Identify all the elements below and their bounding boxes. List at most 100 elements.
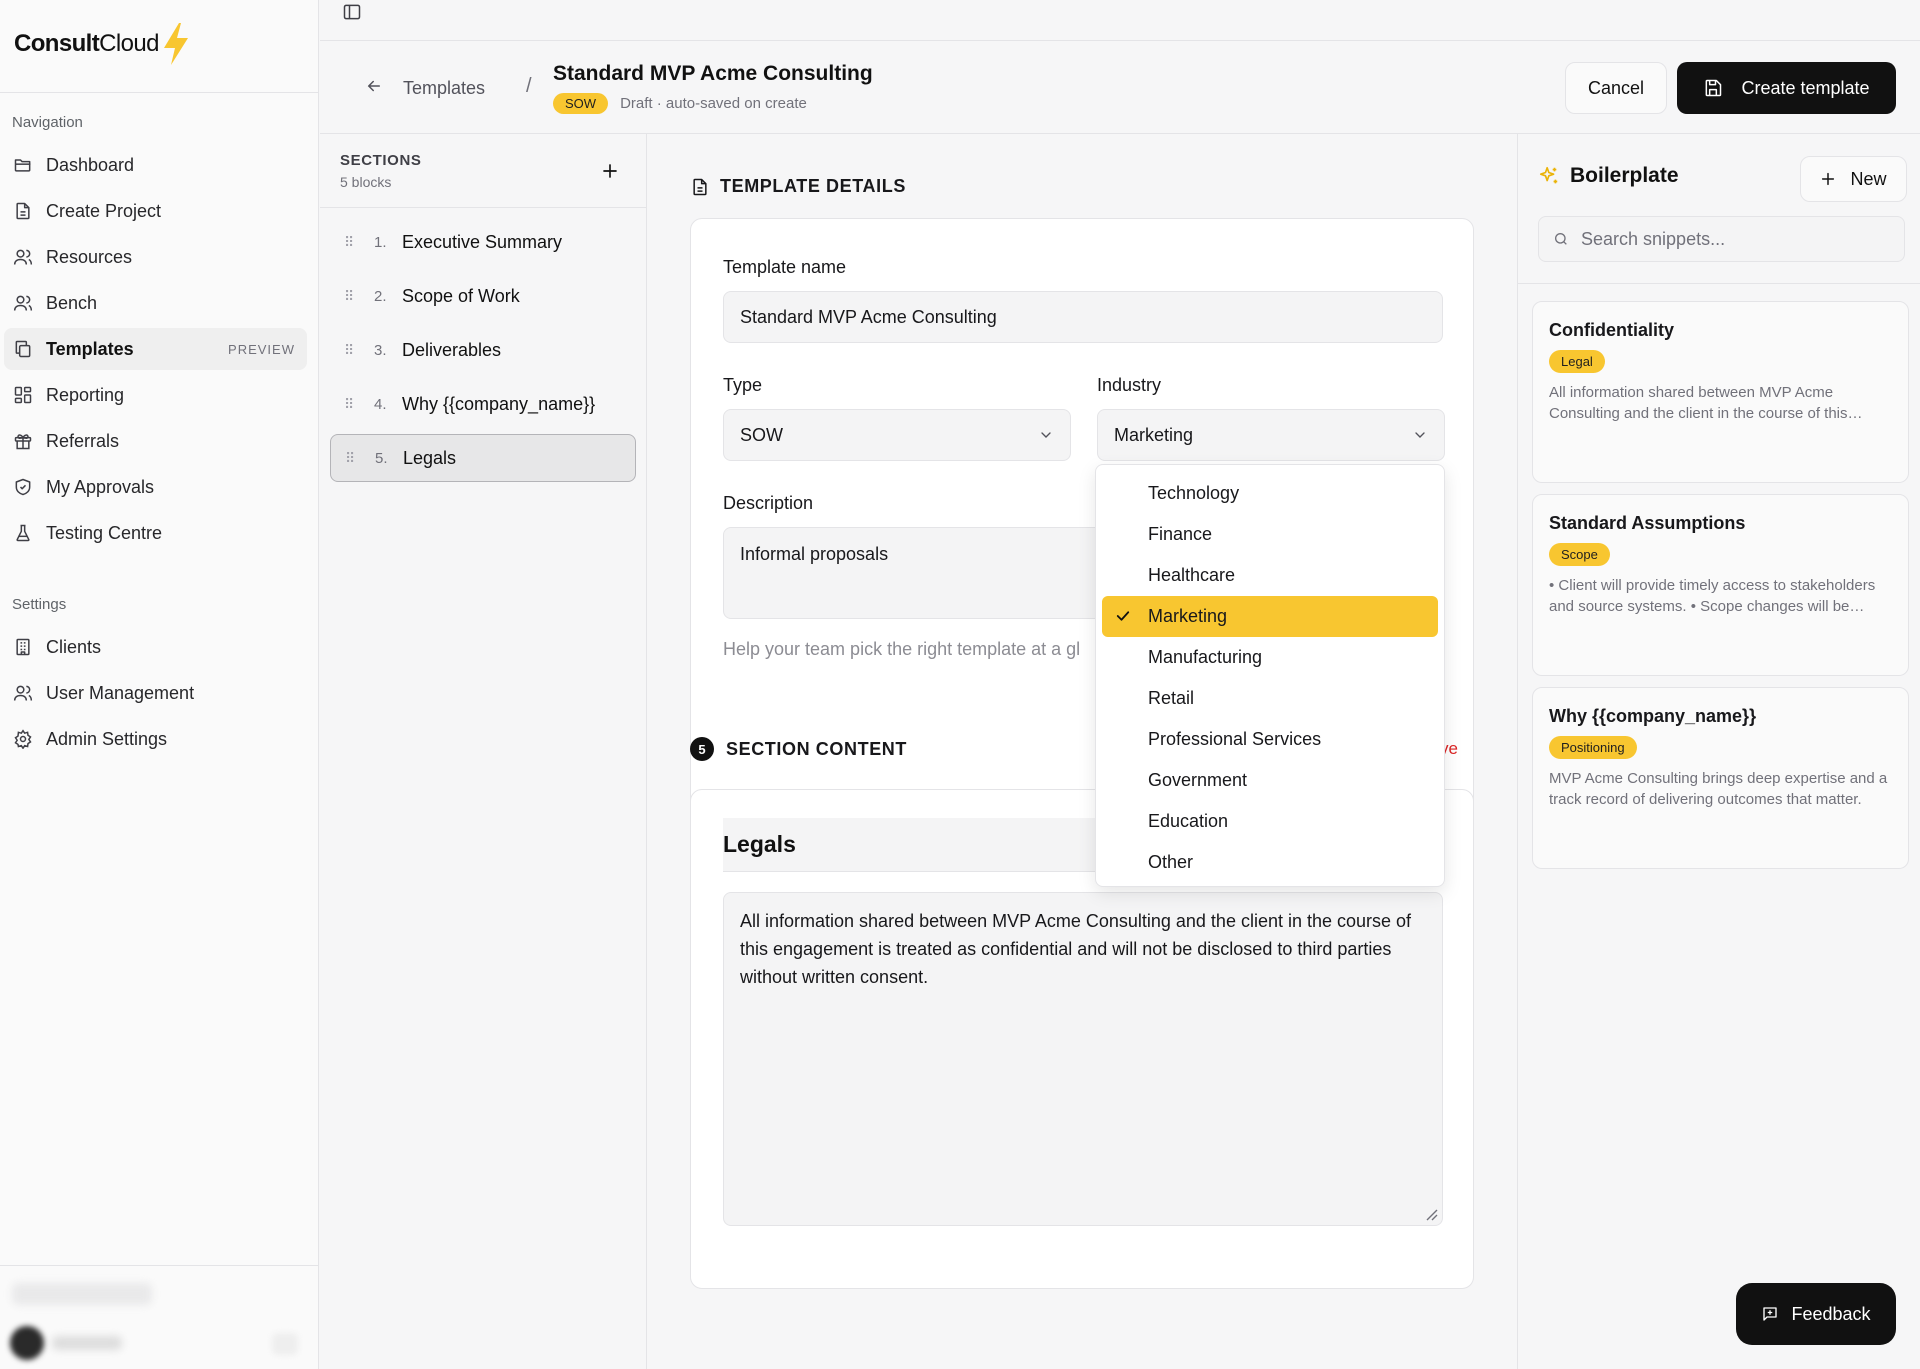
sidebar-item-my-approvals[interactable]: My Approvals — [4, 466, 307, 508]
new-snippet-button[interactable]: New — [1800, 156, 1907, 202]
add-section-button[interactable] — [595, 156, 625, 186]
section-title-value: Legals — [723, 831, 796, 857]
feedback-button[interactable]: Feedback — [1736, 1283, 1896, 1345]
snippet-card[interactable]: Confidentiality Legal All information sh… — [1532, 301, 1909, 483]
option-label: Manufacturing — [1148, 647, 1263, 667]
chevron-down-icon — [1415, 432, 1425, 438]
industry-option[interactable]: Other — [1102, 842, 1438, 883]
option-label: Retail — [1148, 688, 1195, 708]
sidebar-item-label: Resources — [46, 246, 133, 267]
industry-option[interactable]: Finance — [1102, 514, 1438, 555]
plus-icon — [1820, 171, 1836, 187]
nav-heading: Navigation — [12, 114, 83, 131]
sparkles-icon — [1538, 165, 1560, 187]
brand-name-light: Cloud — [99, 30, 159, 57]
drag-handle-icon[interactable]: ⠿ — [331, 450, 361, 467]
back-to-templates-link[interactable]: Templates — [365, 77, 485, 100]
sidebar-item-label: Dashboard — [46, 154, 135, 175]
boilerplate-panel: Boilerplate New Confidentiality Legal Al… — [1517, 134, 1920, 1369]
sidebar-item-admin-settings[interactable]: Admin Settings — [4, 718, 307, 760]
section-body-value: All information shared between MVP Acme … — [740, 911, 1412, 987]
avatar[interactable] — [10, 1326, 44, 1360]
drag-handle-icon[interactable]: ⠿ — [330, 288, 360, 305]
section-item[interactable]: ⠿ 1. Executive Summary — [330, 218, 636, 266]
section-label: Scope of Work — [402, 285, 520, 306]
option-label: Technology — [1148, 483, 1240, 503]
sections-count: 5 blocks — [340, 174, 392, 190]
title-meta: SOW Draft · auto-saved on create — [553, 93, 807, 114]
drag-handle-icon[interactable]: ⠿ — [330, 342, 360, 359]
industry-option[interactable]: Education — [1102, 801, 1438, 842]
sidebar-item-templates[interactable]: Templates PREVIEW — [4, 328, 307, 370]
type-label: Type — [723, 375, 763, 395]
back-label: Templates — [403, 78, 486, 98]
user-menu-button[interactable] — [272, 1333, 298, 1355]
cancel-button[interactable]: Cancel — [1565, 62, 1667, 114]
sidebar-item-referrals[interactable]: Referrals — [4, 420, 307, 462]
section-item-active[interactable]: ⠿ 5. Legals — [330, 434, 636, 482]
template-name-input[interactable]: Standard MVP Acme Consulting — [723, 291, 1443, 343]
industry-select[interactable]: Marketing — [1097, 409, 1445, 461]
building-icon — [12, 636, 34, 658]
users-icon — [12, 682, 34, 704]
search-icon — [1553, 231, 1569, 247]
option-label: Healthcare — [1148, 565, 1236, 585]
section-item[interactable]: ⠿ 2. Scope of Work — [330, 272, 636, 320]
option-label: Professional Services — [1148, 729, 1322, 749]
sidebar-item-bench[interactable]: Bench — [4, 282, 307, 324]
section-label: Executive Summary — [402, 231, 563, 252]
sidebar-item-dashboard[interactable]: Dashboard — [4, 144, 307, 186]
sections-panel: SECTIONS 5 blocks ⠿ 1. Executive Summary… — [320, 134, 647, 1369]
sidebar-item-label: Testing Centre — [46, 522, 163, 543]
boilerplate-title: Boilerplate — [1538, 164, 1679, 188]
sidebar-item-user-management[interactable]: User Management — [4, 672, 307, 714]
arrow-left-icon — [365, 77, 383, 100]
sidebar-item-resources[interactable]: Resources — [4, 236, 307, 278]
sidebar-item-reporting[interactable]: Reporting — [4, 374, 307, 416]
check-icon — [1116, 611, 1130, 621]
sidebar-item-clients[interactable]: Clients — [4, 626, 307, 668]
org-switcher[interactable] — [12, 1283, 152, 1305]
sidebar-item-label: My Approvals — [46, 476, 155, 497]
section-number: 4. — [374, 395, 387, 413]
create-template-label: Create template — [1741, 77, 1870, 98]
sidebar-item-create-project[interactable]: Create Project — [4, 190, 307, 232]
template-name-value: Standard MVP Acme Consulting — [740, 306, 997, 327]
sidebar-item-label: Reporting — [46, 384, 125, 405]
snippet-card[interactable]: Standard Assumptions Scope • Client will… — [1532, 494, 1909, 676]
sidebar-item-testing-centre[interactable]: Testing Centre — [4, 512, 307, 554]
snippet-card[interactable]: Why {{company_name}} Positioning MVP Acm… — [1532, 687, 1909, 869]
industry-option[interactable]: Professional Services — [1102, 719, 1438, 760]
section-label: Legals — [403, 447, 457, 468]
brand-logo[interactable]: Consult Cloud — [14, 22, 191, 66]
divider — [0, 92, 319, 93]
section-number: 1. — [374, 233, 387, 251]
industry-option[interactable]: Manufacturing — [1102, 637, 1438, 678]
snippet-search-input[interactable] — [1581, 228, 1881, 250]
section-content-heading: 5 SECTION CONTENT — [690, 737, 907, 761]
industry-option-selected[interactable]: Marketing — [1102, 596, 1438, 637]
user-name — [52, 1336, 122, 1350]
drag-handle-icon[interactable]: ⠿ — [330, 396, 360, 413]
sidebar-item-label: Admin Settings — [46, 728, 168, 749]
industry-option[interactable]: Government — [1102, 760, 1438, 801]
file-text-icon — [12, 200, 34, 222]
users-icon — [12, 246, 34, 268]
section-item[interactable]: ⠿ 4. Why {{company_name}} — [330, 380, 636, 428]
create-template-button[interactable]: Create template — [1677, 62, 1896, 114]
industry-option[interactable]: Healthcare — [1102, 555, 1438, 596]
sections-title: SECTIONS — [340, 152, 422, 169]
drag-handle-icon[interactable]: ⠿ — [330, 234, 360, 251]
resize-handle-icon[interactable] — [1424, 1207, 1438, 1221]
snippet-tag: Scope — [1549, 543, 1610, 566]
sidebar-toggle-icon[interactable] — [342, 2, 364, 24]
snippet-tag: Positioning — [1549, 736, 1637, 759]
section-item[interactable]: ⠿ 3. Deliverables — [330, 326, 636, 374]
sidebar-item-label: User Management — [46, 682, 195, 703]
section-body-textarea[interactable]: All information shared between MVP Acme … — [723, 892, 1443, 1226]
type-select[interactable]: SOW — [723, 409, 1071, 461]
gear-icon — [12, 728, 34, 750]
industry-option[interactable]: Retail — [1102, 678, 1438, 719]
industry-option[interactable]: Technology — [1102, 473, 1438, 514]
divider — [1518, 283, 1920, 284]
